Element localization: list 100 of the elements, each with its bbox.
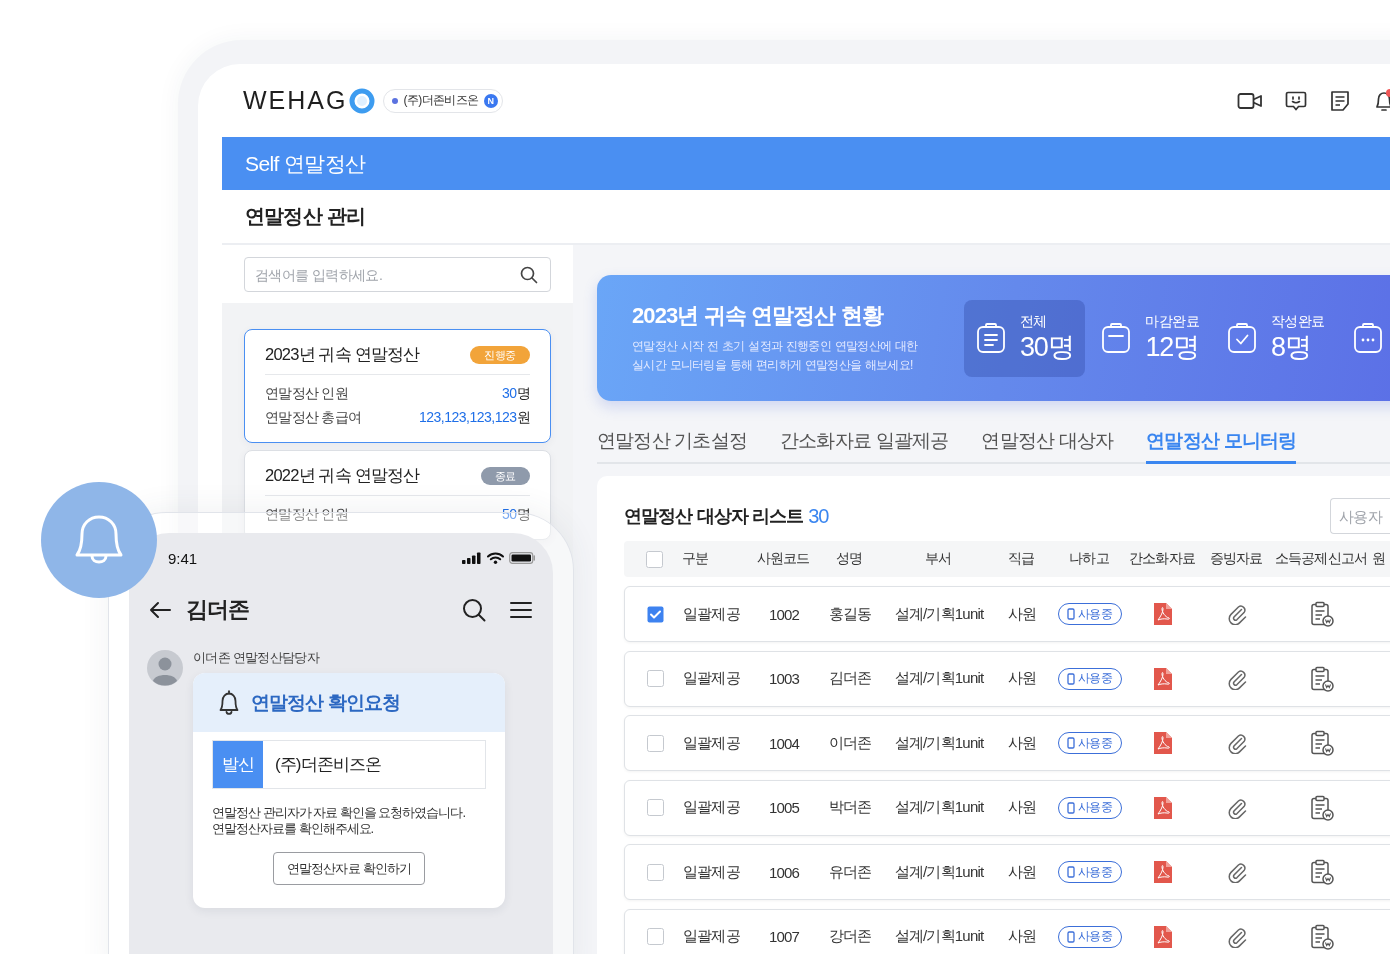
year-card[interactable]: 2023년 귀속 연말정산 진행중 연말정산 인원 30명 연말정산 총급여 123,123,123,123원 [244,329,551,443]
column-header: 구분 [682,550,709,568]
back-arrow-icon[interactable] [148,600,172,620]
table-cell: 1002 [768,605,800,623]
table-cell: 사원 [1007,669,1037,688]
avatar-icon [147,650,183,686]
table-cell: 홍길동 [828,604,872,624]
table-cell: 1005 [768,799,800,816]
stat-filter[interactable]: 전체 30명 [964,299,1086,377]
table-cell: 유더존 [828,862,872,882]
banner-title: 2023년 귀속 연말정산 현황 [632,302,885,330]
bell-icon [41,482,157,598]
memo-icon[interactable] [1329,89,1351,112]
paperclip-icon[interactable] [1226,861,1248,883]
video-camera-icon[interactable] [1237,90,1263,111]
paperclip-icon[interactable] [1226,732,1248,754]
info-value: 50명 [501,506,530,524]
pdf-file-icon[interactable] [1153,860,1173,884]
user-search-field[interactable]: 사용자 [1330,498,1390,534]
chat-title: 김더존 [186,596,249,624]
page-title: 연말정산 관리 [245,204,365,229]
row-checkbox[interactable] [647,928,664,945]
row-checkbox[interactable] [647,605,664,623]
table-cell: 일괄제공 [683,798,740,817]
nahago-status-tag: 사용중 [1057,925,1123,948]
clipboard-document-icon[interactable] [1310,923,1334,950]
pdf-file-icon[interactable] [1153,602,1173,626]
status-badge: 진행중 [469,346,530,364]
info-label: 연말정산 인원 [265,385,348,403]
info-value: 123,123,123,123원 [418,409,530,427]
chat-smile-icon[interactable] [1285,89,1307,112]
column-header: 소득공제신고서 [1275,550,1367,568]
row-checkbox[interactable] [647,863,664,881]
table-cell: 일괄제공 [683,862,740,882]
phone-icon [1066,672,1075,685]
tab[interactable]: 연말정산 기초설정 [597,429,748,464]
table-cell: 일괄제공 [683,604,740,624]
bell-icon [217,689,241,716]
table-cell: 사원 [1007,927,1037,946]
dash-note-icon [1101,322,1132,354]
sender-name: 이더존 연말정산담당자 [193,650,321,666]
banner-description: 연말정산 시작 전 초기 설정과 진행중인 연말정산에 대한 실시간 모니터링을 통해 편리하게 연말정산을 해보세요! [632,338,919,374]
column-header: 간소화자료 [1129,550,1195,568]
search-field[interactable]: 검색어를 입력하세요. [244,257,551,292]
row-checkbox[interactable] [647,734,664,752]
year-card[interactable]: 2022년 귀속 연말정산 종료 연말정산 인원 50명 [244,450,551,540]
dots-note-icon [1352,322,1383,354]
nahago-status-tag: 사용중 [1057,861,1123,883]
card-title: 2023년 귀속 연말정산 [265,344,420,365]
table-cell: 박더존 [828,798,872,817]
clipboard-document-icon[interactable] [1310,859,1334,885]
nahago-status-tag: 사용중 [1057,603,1123,625]
signal-icon [462,552,482,564]
column-header: 원 [1372,550,1386,568]
pdf-file-icon[interactable] [1153,795,1173,820]
table-cell: 설계/기획1unit [894,733,984,753]
list-note-icon [976,322,1006,354]
tab[interactable]: 연말정산 대상자 [981,429,1114,464]
table-cell: 일괄제공 [683,927,740,946]
stat-filter[interactable]: 마감완료 12명 [1089,299,1212,377]
message-text: 연말정산 관리자가 자료 확인을 요청하였습니다. 연말정산자료를 확인해주세요. [212,805,467,837]
new-badge: N [483,93,498,108]
sender-label-tag: 발신 [213,741,263,788]
clipboard-document-icon[interactable] [1310,794,1334,821]
nahago-status-tag: 사용중 [1057,732,1123,754]
stat-filter[interactable]: 작성완료 8명 [1215,299,1337,377]
menu-icon[interactable] [510,601,532,619]
status-time: 9:41 [168,549,198,567]
table-cell: 일괄제공 [683,669,740,688]
clipboard-document-icon[interactable] [1310,730,1334,756]
info-label: 연말정산 인원 [265,506,348,524]
message-title: 연말정산 확인요청 [251,690,401,715]
paperclip-icon[interactable] [1226,603,1248,625]
table-cell: 설계/기획1unit [894,669,984,688]
search-icon[interactable] [462,598,486,622]
paperclip-icon[interactable] [1226,796,1248,819]
confirm-button[interactable]: 연말정산자료 확인하기 [272,852,426,885]
table-cell: 사원 [1007,862,1037,882]
table-cell: 설계/기획1unit [894,927,984,946]
tab[interactable]: 간소화자료 일괄제공 [780,429,949,464]
clipboard-document-icon[interactable] [1310,665,1334,692]
notification-bell-icon[interactable] [1373,88,1390,113]
column-header: 부서 [924,550,952,568]
clipboard-document-icon[interactable] [1310,601,1334,627]
pdf-file-icon[interactable] [1153,731,1173,755]
select-all-checkbox[interactable] [646,550,663,568]
search-icon[interactable] [520,265,538,284]
pdf-file-icon[interactable] [1153,924,1173,949]
pdf-file-icon[interactable] [1153,666,1173,691]
table-cell: 이더존 [828,733,872,753]
table-cell: 일괄제공 [683,733,740,753]
row-checkbox[interactable] [647,799,664,816]
paperclip-icon[interactable] [1226,667,1248,690]
company-selector[interactable]: (주)더존비즈온 N [383,88,503,113]
row-checkbox[interactable] [647,670,664,687]
table-cell: 사원 [1007,798,1037,817]
column-header: 사원코드 [756,550,810,568]
paperclip-icon[interactable] [1226,925,1248,948]
table-cell: 1003 [768,670,800,687]
card-title: 2022년 귀속 연말정산 [265,465,420,486]
